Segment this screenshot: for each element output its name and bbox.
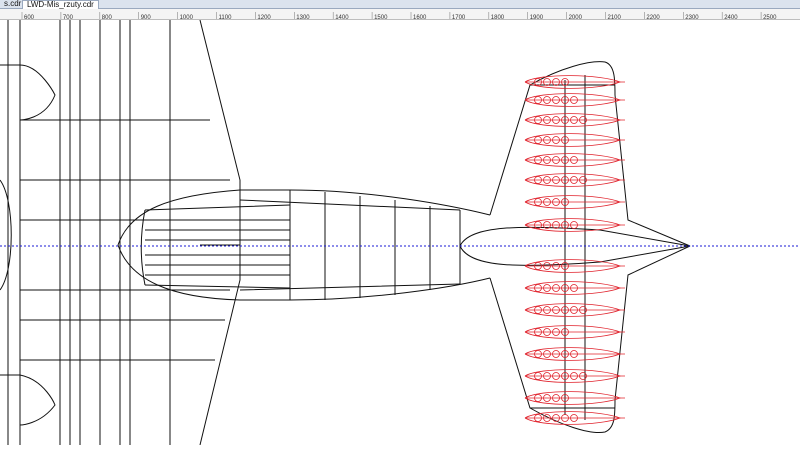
- document-tab-bar: s.cdr LWD-Mis_rzuty.cdr: [0, 0, 800, 9]
- tab-lwd-mis-rzuty[interactable]: LWD-Mis_rzuty.cdr: [22, 0, 99, 9]
- drawing-canvas[interactable]: [0, 19, 800, 446]
- main-wing: [0, 19, 241, 446]
- horizontal-ruler[interactable]: 600 700 800 900 1000 1100 1200 1300 1400 1500 1600…: [0, 9, 800, 20]
- horizontal-stabilizer: [459, 61, 691, 434]
- stabilizer-ribs: [524, 75, 625, 425]
- ruler-scale: 600 700 800 900 1000 1100 1200 1300 1400 1500 1600…: [21, 12, 777, 19]
- fuselage: [117, 189, 491, 301]
- aircraft-drawing: [0, 19, 800, 446]
